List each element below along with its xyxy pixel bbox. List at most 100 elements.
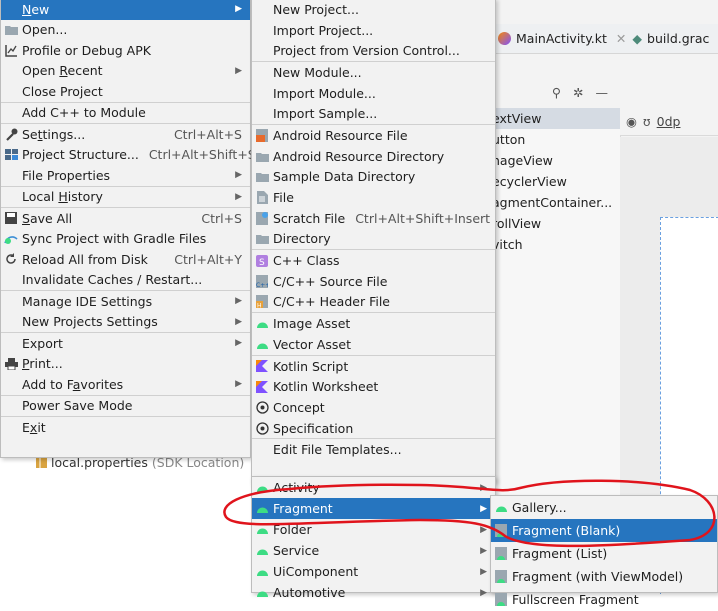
android-icon	[255, 523, 269, 537]
menu-item-label: Edit File Templates...	[273, 442, 402, 458]
kotlin-icon	[255, 380, 269, 394]
menu-item-c-class[interactable]: S C++ Class	[252, 250, 495, 271]
menu-item-label: Gallery...	[512, 500, 567, 515]
menu-item-profile-or-debug-apk[interactable]: Profile or Debug APK	[1, 40, 250, 61]
menu-item-power-save-mode[interactable]: Power Save Mode	[1, 396, 250, 417]
tab-main-activity[interactable]: MainActivity.kt ✕	[498, 31, 626, 46]
menu-item-c-c-header-file[interactable]: H C/C++ Header File	[252, 292, 495, 313]
menu-item-project-structure[interactable]: Project Structure... Ctrl+Alt+Shift+S	[1, 145, 256, 166]
menu-item-local-history[interactable]: Local History ▶	[1, 187, 250, 208]
gear-icon[interactable]: ✲	[573, 85, 583, 100]
menu-item-label: Add to Favorites	[22, 376, 124, 392]
save-icon	[4, 211, 18, 225]
menu-item-new-module[interactable]: New Module...	[252, 62, 495, 83]
menu-item-kotlin-worksheet[interactable]: Kotlin Worksheet	[252, 376, 495, 397]
menu-item-vector-asset[interactable]: Vector Asset	[252, 334, 495, 355]
search-icon[interactable]: ⚲	[552, 85, 561, 100]
menu-item-manage-ide-settings[interactable]: Manage IDE Settings ▶	[1, 291, 250, 312]
menu-item-fragment-blank[interactable]: Fragment (Blank)	[491, 519, 717, 542]
menu-item-label: UiComponent	[273, 564, 359, 579]
menu-item-image-asset[interactable]: Image Asset	[252, 313, 495, 334]
menu-item-save-all[interactable]: Save All Ctrl+S	[1, 208, 250, 229]
eye-icon[interactable]: ◉	[626, 114, 637, 129]
palette-item[interactable]: nageView	[490, 150, 620, 171]
tab-label: MainActivity.kt	[516, 31, 607, 46]
concept-icon	[255, 421, 269, 435]
menu-item-add-to-favorites[interactable]: Add to Favorites ▶	[1, 374, 250, 395]
menu-item-edit-file-templates[interactable]: Edit File Templates...	[252, 439, 495, 460]
menu-item-new-project[interactable]: New Project...	[252, 0, 495, 20]
editor-tab-bar: MainActivity.kt ✕ ◆ build.grac	[490, 24, 718, 54]
menu-item-service[interactable]: Service ▶	[252, 540, 495, 561]
menu-item-label: Service	[273, 543, 320, 558]
menu-item-settings[interactable]: Settings... Ctrl+Alt+S	[1, 124, 250, 145]
palette-item[interactable]: vitch	[490, 234, 620, 255]
menu-item-sample-data-directory[interactable]: Sample Data Directory	[252, 167, 495, 188]
android-icon	[494, 501, 508, 515]
menu-item-shortcut: Ctrl+Alt+Shift+S	[148, 147, 256, 163]
menu-item-label: C/C++ Source File	[273, 273, 388, 289]
menu-item-add-c-to-module[interactable]: Add C++ to Module	[1, 103, 250, 124]
menu-item-label: Kotlin Worksheet	[273, 379, 379, 395]
android-icon	[255, 544, 269, 558]
design-value[interactable]: 0dp	[657, 114, 681, 129]
menu-item-directory[interactable]: Directory	[252, 229, 495, 250]
menu-item-label: Settings...	[22, 126, 86, 142]
menu-item-label: Exit	[22, 419, 46, 435]
palette-item[interactable]: ecyclerView	[490, 171, 620, 192]
menu-item-new[interactable]: New ▶	[1, 0, 250, 20]
palette-item[interactable]: utton	[490, 129, 620, 150]
tab-build-gradle[interactable]: ◆ build.grac	[632, 31, 709, 46]
menu-item-open[interactable]: Open...	[1, 20, 250, 41]
close-icon[interactable]: ✕	[616, 31, 626, 46]
print-icon	[4, 357, 18, 371]
menu-item-label: Manage IDE Settings	[22, 293, 153, 309]
menu-item-print[interactable]: Print...	[1, 354, 250, 375]
menu-item-c-c-source-file[interactable]: C++ C/C++ Source File	[252, 271, 495, 292]
menu-item-file-properties[interactable]: File Properties ▶	[1, 165, 250, 186]
menu-item-gallery[interactable]: Gallery...	[491, 496, 717, 519]
menu-item-activity[interactable]: Activity ▶	[252, 477, 495, 498]
file-menu: New ▶ Open... Profile or Debug APK Open Rece…	[0, 0, 256, 458]
menu-item-import-sample[interactable]: Import Sample...	[252, 103, 495, 124]
palette-item[interactable]: extView	[490, 108, 620, 129]
fragment-icon	[494, 570, 508, 584]
menu-item-folder[interactable]: Folder ▶	[252, 519, 495, 540]
menu-item-new-projects-settings[interactable]: New Projects Settings ▶	[1, 312, 250, 333]
svg-text:C++: C++	[256, 282, 268, 288]
menu-item-import-project[interactable]: Import Project...	[252, 20, 495, 41]
fragment-icon	[494, 593, 508, 607]
menu-item-import-module[interactable]: Import Module...	[252, 83, 495, 104]
kotlin-icon	[255, 359, 269, 373]
android-icon	[255, 565, 269, 579]
menu-item-android-resource-directory[interactable]: Android Resource Directory	[252, 146, 495, 167]
menu-item-kotlin-script[interactable]: Kotlin Script	[252, 356, 495, 377]
menu-item-reload-all-from-disk[interactable]: Reload All from Disk Ctrl+Alt+Y	[1, 249, 250, 270]
menu-item-concept[interactable]: Concept	[252, 397, 495, 418]
menu-item-fullscreen-fragment[interactable]: Fullscreen Fragment	[491, 588, 717, 611]
menu-item-invalidate-caches-restart[interactable]: Invalidate Caches / Restart...	[1, 270, 250, 291]
project-structure-icon	[4, 148, 18, 162]
magnet-icon[interactable]: ʊ	[643, 114, 651, 129]
menu-item-label: File	[273, 190, 294, 206]
minimize-icon[interactable]: —	[596, 85, 609, 100]
palette-item[interactable]: agmentContainer...	[490, 192, 620, 213]
menu-item-project-from-version-control[interactable]: Project from Version Control...	[252, 40, 495, 61]
menu-item-open-recent[interactable]: Open Recent ▶	[1, 61, 250, 82]
menu-item-file[interactable]: File	[252, 187, 495, 208]
menu-item-close-project[interactable]: Close Project	[1, 81, 250, 102]
menu-item-android-resource-file[interactable]: Android Resource File	[252, 125, 495, 146]
menu-item-uicomponent[interactable]: UiComponent ▶	[252, 561, 495, 582]
menu-item-export[interactable]: Export ▶	[1, 333, 250, 354]
menu-item-sync-project-with-gradle-files[interactable]: Sync Project with Gradle Files	[1, 229, 250, 250]
palette-item[interactable]: rollView	[490, 213, 620, 234]
menu-item-fragment-list[interactable]: Fragment (List)	[491, 542, 717, 565]
chevron-right-icon: ▶	[235, 4, 242, 15]
menu-item-scratch-file[interactable]: Scratch File Ctrl+Alt+Shift+Insert	[252, 208, 495, 229]
menu-item-label: Sample Data Directory	[273, 169, 416, 185]
menu-item-exit[interactable]: Exit	[1, 417, 250, 438]
menu-item-fragment-with-viewmodel[interactable]: Fragment (with ViewModel)	[491, 565, 717, 588]
menu-item-fragment[interactable]: Fragment ▶	[252, 498, 495, 519]
menu-item-specification[interactable]: Specification	[252, 418, 495, 439]
menu-item-label: Profile or Debug APK	[22, 42, 151, 58]
